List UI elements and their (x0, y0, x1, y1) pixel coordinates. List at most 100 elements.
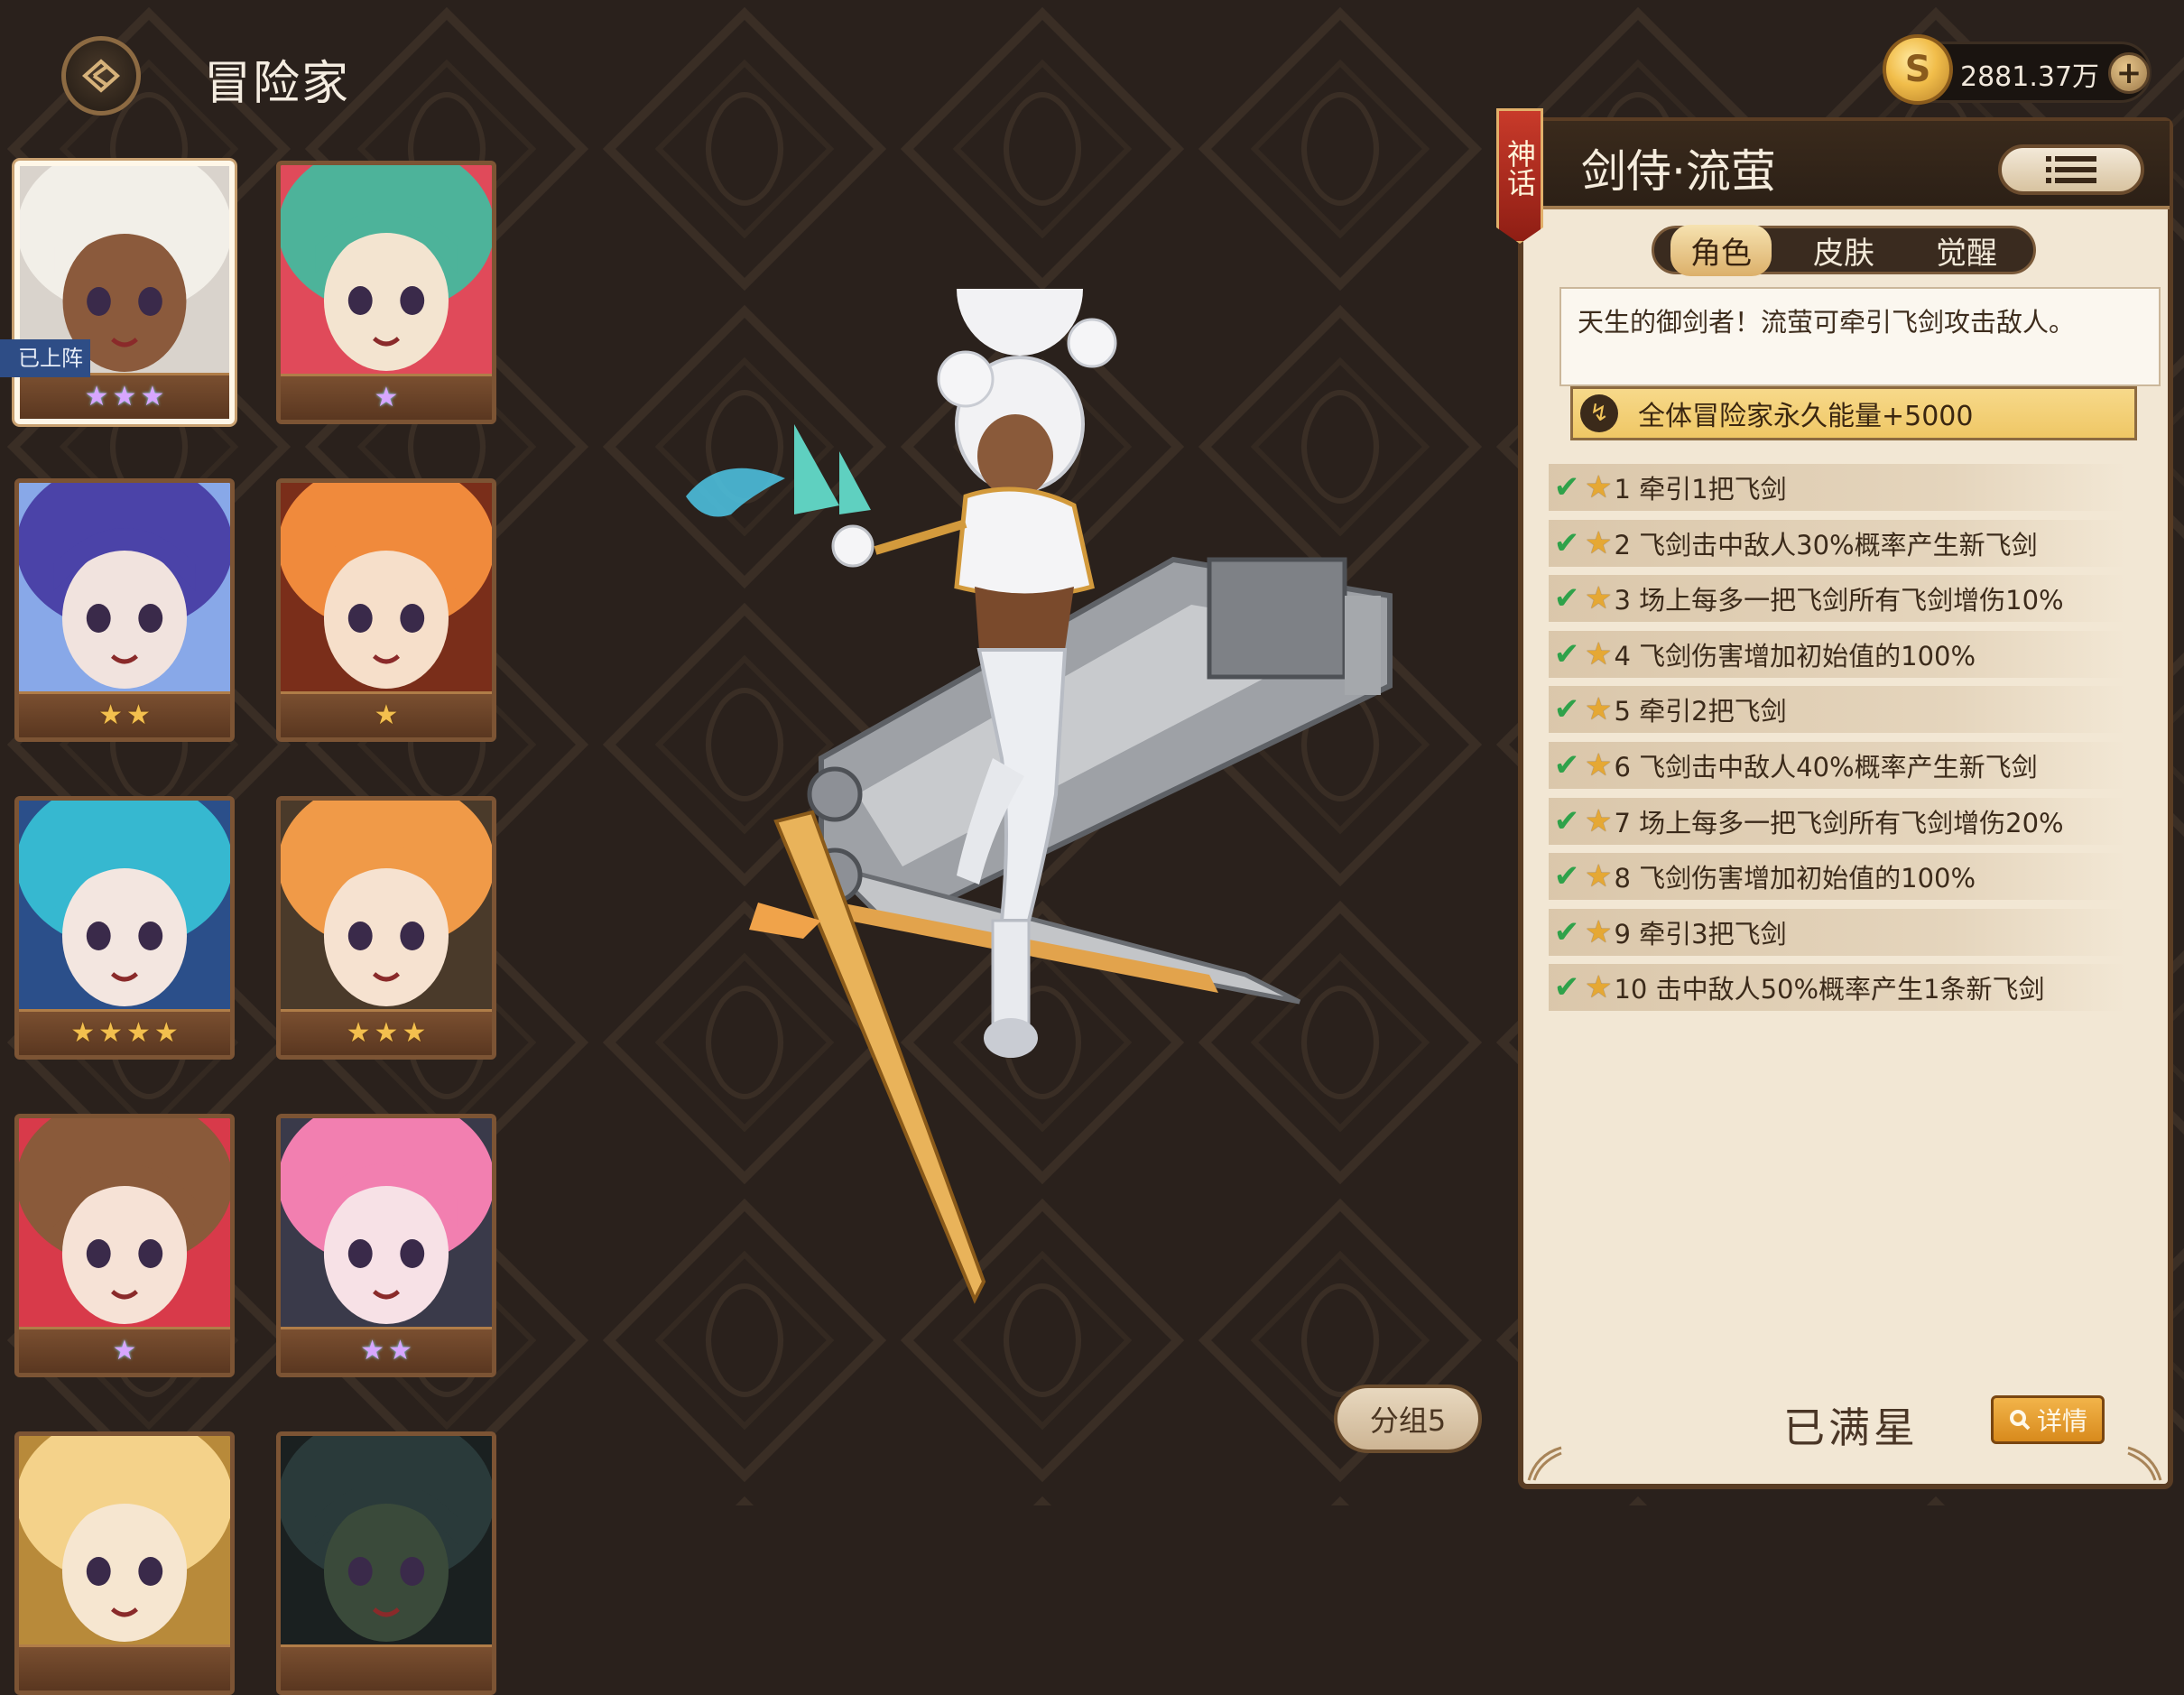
skill-row: ✔ ★ 10 击中敌人50%概率产生1条新飞剑 (1549, 964, 2126, 1012)
skill-text: 3 场上每多一把飞剑所有飞剑增伤10% (1614, 585, 2064, 616)
skill-row: ✔ ★ 2 飞剑击中敌人30%概率产生新飞剑 (1549, 519, 2126, 567)
skill-text: 5 牵引2把飞剑 (1614, 696, 1787, 727)
star-icon: ★ (1585, 691, 1613, 728)
star-icon: ★ (346, 1017, 371, 1049)
hero-portrait (281, 1118, 492, 1329)
hero-card[interactable] (276, 1431, 496, 1695)
hero-roster: ★ ★ ★ ★ ★ ★ ★ ★ ★ ★ ★ ★ ★ ★ ★ ★ ★ (0, 0, 541, 1695)
skill-text: 1 牵引1把飞剑 (1614, 474, 1787, 505)
skill-row: ✔ ★ 8 飞剑伤害增加初始值的100% (1549, 853, 2126, 901)
skill-row: ✔ ★ 6 飞剑击中敌人40%概率产生新飞剑 (1549, 741, 2126, 789)
panel-corner-ornament-left (1527, 1446, 1562, 1481)
hero-card-stars (281, 1644, 492, 1690)
skill-text: 2 飞剑击中敌人30%概率产生新飞剑 (1614, 529, 2038, 560)
panel-corner-ornament-right (2127, 1446, 2162, 1481)
hero-portrait (281, 483, 492, 694)
star-icon: ★ (98, 1017, 123, 1049)
checkmark-icon: ✔ (1553, 469, 1580, 505)
star-icon: ★ (374, 1017, 399, 1049)
currency-amount: 2881.37万 (1960, 61, 2100, 93)
star-icon: ★ (112, 381, 137, 412)
list-menu-button[interactable] (1998, 144, 2144, 195)
skill-row: ✔ ★ 3 场上每多一把飞剑所有飞剑增伤10% (1549, 575, 2126, 623)
checkmark-icon: ✔ (1553, 746, 1580, 783)
hero-card-stars: ★ (281, 374, 492, 420)
hero-card[interactable]: ★ (276, 478, 496, 742)
tab-awaken[interactable]: 觉醒 (1916, 225, 2017, 276)
star-icon: ★ (1585, 913, 1613, 950)
hero-card-stars: ★ ★ ★ (20, 373, 229, 419)
hero-portrait (281, 801, 492, 1012)
star-icon: ★ (402, 1017, 427, 1049)
checkmark-icon: ✔ (1553, 635, 1580, 672)
search-icon (2009, 1410, 2031, 1431)
max-star-label: 已满星 (1783, 1403, 1919, 1452)
skill-row: ✔ ★ 1 牵引1把飞剑 (1549, 464, 2126, 511)
star-icon: ★ (388, 1335, 412, 1366)
skill-row: ✔ ★ 7 场上每多一把飞剑所有飞剑增伤20% (1549, 797, 2126, 845)
star-icon: ★ (1585, 802, 1613, 839)
hero-card[interactable] (14, 1431, 235, 1695)
add-currency-button[interactable]: + (2108, 52, 2150, 94)
hero-card[interactable]: ★ ★ (276, 1114, 496, 1377)
star-icon: ★ (374, 382, 399, 413)
hero-card[interactable]: ★ (14, 1114, 235, 1377)
star-icon: ★ (84, 381, 109, 412)
star-icon: ★ (1585, 858, 1613, 895)
hero-name: 剑侍·流萤 (1581, 145, 1776, 198)
hero-card-stars (19, 1644, 230, 1690)
group-button[interactable]: 分组5 (1334, 1385, 1482, 1453)
hero-card-stars: ★ (281, 691, 492, 737)
checkmark-icon: ✔ (1553, 913, 1580, 950)
permanent-bonus-bar: ↯ 全体冒险家永久能量+5000 (1570, 386, 2137, 440)
checkmark-icon: ✔ (1553, 524, 1580, 561)
energy-icon: ↯ (1580, 394, 1618, 432)
star-icon: ★ (112, 1335, 137, 1366)
star-icon: ★ (360, 1335, 384, 1366)
rank-ribbon: 神话 (1496, 108, 1543, 244)
hero-portrait (19, 483, 230, 694)
hero-card-stars: ★ ★ ★ (281, 1009, 492, 1055)
skill-row: ✔ ★ 4 飞剑伤害增加初始值的100% (1549, 630, 2126, 678)
star-icon: ★ (1585, 969, 1613, 1006)
star-icon: ★ (1585, 524, 1613, 561)
hero-card[interactable]: ★ ★ ★ (276, 796, 496, 1060)
hero-card-stars: ★ ★ ★ ★ (19, 1009, 230, 1055)
checkmark-icon: ✔ (1553, 858, 1580, 895)
hero-portrait (281, 165, 492, 376)
skill-row: ✔ ★ 5 牵引2把飞剑 (1549, 686, 2126, 734)
hero-description: 天生的御剑者！流萤可牵引飞剑攻击敌人。 (1559, 287, 2161, 386)
detail-button[interactable]: 详情 (1991, 1395, 2105, 1444)
gold-coin-icon: S (1883, 34, 1953, 105)
hero-card[interactable]: ★ ★ (14, 478, 235, 742)
hero-card-stars: ★ (19, 1327, 230, 1373)
star-icon: ★ (126, 699, 151, 731)
skill-text: 10 击中敌人50%概率产生1条新飞剑 (1614, 974, 2045, 1005)
checkmark-icon: ✔ (1553, 802, 1580, 839)
checkmark-icon: ✔ (1553, 691, 1580, 728)
star-icon: ★ (153, 1017, 179, 1049)
hero-tabs: 角色 皮肤 觉醒 (1652, 224, 2036, 276)
hero-card[interactable]: ★ (276, 161, 496, 424)
star-skill-list: ✔ ★ 1 牵引1把飞剑 ✔ ★ 2 飞剑击中敌人30%概率产生新飞剑 ✔ ★ 3 场上每多一把… (1549, 464, 2126, 1020)
hero-card-stars: ★ ★ (281, 1327, 492, 1373)
star-icon: ★ (98, 699, 123, 731)
hero-portrait (19, 1118, 230, 1329)
skill-text: 6 飞剑击中敌人40%概率产生新飞剑 (1614, 751, 2038, 783)
hero-card[interactable]: ★ ★ ★ (14, 161, 235, 424)
skill-row: ✔ ★ 9 牵引3把飞剑 (1549, 908, 2126, 956)
hero-card-stars: ★ ★ (19, 691, 230, 737)
tab-skin[interactable]: 皮肤 (1793, 225, 1894, 276)
list-icon (2046, 156, 2096, 183)
hero-artwork (686, 289, 1393, 1304)
star-icon: ★ (140, 381, 165, 412)
hero-card[interactable]: ★ ★ ★ ★ (14, 796, 235, 1060)
checkmark-icon: ✔ (1553, 580, 1580, 617)
star-icon: ★ (70, 1017, 96, 1049)
skill-text: 7 场上每多一把飞剑所有飞剑增伤20% (1614, 807, 2064, 838)
star-icon: ★ (374, 699, 399, 731)
tab-character[interactable]: 角色 (1670, 224, 1772, 276)
skill-text: 9 牵引3把飞剑 (1614, 918, 1787, 949)
hero-portrait (281, 1436, 492, 1647)
permanent-bonus-text: 全体冒险家永久能量+5000 (1638, 401, 1974, 432)
